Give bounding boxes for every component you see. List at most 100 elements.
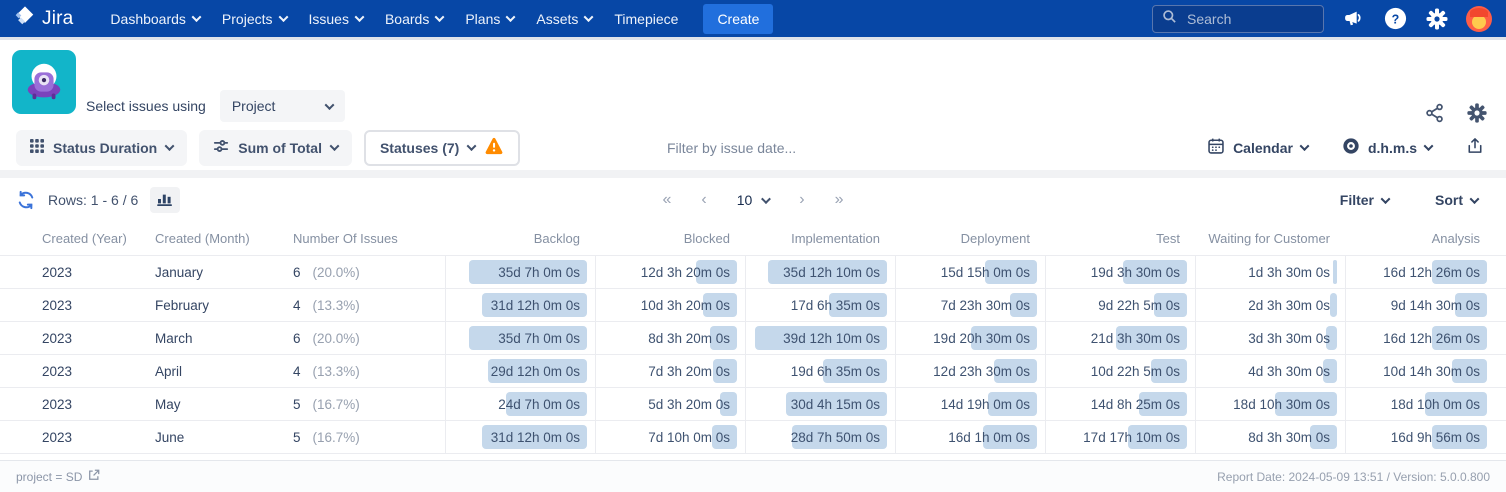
export-button[interactable] [1460, 136, 1490, 159]
column-header-test: Test [1156, 231, 1180, 246]
table-row: 2023 March 6 (20.0%) 35d 7h 0m 0s 8d 3h 20m 0… [0, 322, 1506, 355]
issue-source-select[interactable]: Project [219, 90, 345, 122]
warning-icon [484, 137, 504, 158]
duration-cell: 35d 7h 0m 0s [445, 322, 595, 354]
duration-cell: 35d 12h 10m 0s [745, 256, 895, 288]
grid-icon [30, 139, 44, 156]
chart-view-button[interactable] [150, 187, 181, 213]
duration-value: 7d 23h 30m 0s [940, 297, 1030, 313]
first-page-button[interactable]: « [662, 192, 671, 208]
duration-value: 4d 3h 30m 0s [1248, 363, 1330, 379]
megaphone-icon[interactable] [1340, 6, 1366, 32]
duration-value: 21d 3h 30m 0s [1090, 330, 1180, 346]
issue-date-filter[interactable]: Filter by issue date... [667, 140, 796, 156]
calendar-button[interactable]: Calendar [1201, 136, 1314, 159]
duration-cell: 12d 23h 30m 0s [895, 355, 1045, 387]
duration-value: 19d 6h 35m 0s [790, 363, 880, 379]
sort-label: Sort [1435, 192, 1463, 208]
jql-text: project = SD [16, 469, 83, 484]
nav-item-plans[interactable]: Plans [454, 5, 525, 33]
duration-value: 10d 14h 30m 0s [1383, 363, 1480, 379]
nav-item-dashboards[interactable]: Dashboards [99, 5, 211, 33]
gear-icon[interactable] [1424, 6, 1450, 32]
column-header-number-of-issues: Number Of Issues [293, 231, 398, 246]
prev-page-button[interactable]: ‹ [701, 192, 706, 208]
statuses-label: Statuses (7) [379, 139, 460, 156]
nav-item-label: Boards [384, 10, 430, 27]
duration-cell: 2d 3h 30m 0s [1195, 289, 1345, 321]
create-button[interactable]: Create [703, 3, 774, 34]
help-icon[interactable]: ? [1382, 6, 1408, 32]
issue-count: 4 [293, 363, 301, 379]
duration-value: 14d 19h 0m 0s [940, 396, 1030, 412]
user-avatar[interactable] [1466, 5, 1492, 32]
duration-cell: 17d 6h 35m 0s [745, 289, 895, 321]
nav-item-boards[interactable]: Boards [374, 5, 454, 33]
statuses-button[interactable]: Statuses (7) [363, 129, 521, 166]
duration-value: 7d 10h 0m 0s [648, 429, 730, 445]
duration-cell: 1d 3h 30m 0s [1195, 256, 1345, 288]
table-row: 2023 April 4 (13.3%) 29d 12h 0m 0s 7d 3h 20m … [0, 355, 1506, 388]
duration-cell: 21d 3h 30m 0s [1045, 322, 1195, 354]
refresh-icon[interactable] [16, 190, 36, 210]
nav-item-projects[interactable]: Projects [211, 5, 298, 33]
duration-value: 14d 8h 25m 0s [1090, 396, 1180, 412]
duration-cell: 8d 3h 20m 0s [595, 322, 745, 354]
jira-logo[interactable]: Jira [14, 5, 73, 32]
report-table: Created (Year) Created (Month) Number Of… [0, 222, 1506, 454]
calendar-icon [1207, 137, 1225, 158]
report-type-label: Status Duration [53, 139, 158, 156]
time-format-button[interactable]: d.h.m.s [1336, 136, 1438, 159]
duration-value: 12d 3h 20m 0s [640, 264, 730, 280]
duration-value: 17d 17h 10m 0s [1083, 429, 1180, 445]
nav-item-timepiece[interactable]: Timepiece [603, 5, 689, 33]
report-toolbar: Status Duration Sum of Total Statuses (7… [0, 125, 1506, 170]
chevron-down-icon [1469, 193, 1480, 204]
aggregation-label: Sum of Total [238, 139, 322, 156]
chevron-down-icon [583, 12, 594, 23]
column-header-deployment: Deployment [960, 231, 1030, 246]
nav-item-issues[interactable]: Issues [298, 5, 374, 33]
filter-button[interactable]: Filter [1334, 191, 1395, 209]
issue-count: 5 [293, 429, 301, 445]
duration-value: 8d 3h 30m 0s [1248, 429, 1330, 445]
duration-cell: 10d 14h 30m 0s [1345, 355, 1495, 387]
duration-cell: 16d 12h 26m 0s [1345, 256, 1495, 288]
column-header-backlog: Backlog [533, 231, 580, 246]
column-header-created-month: Created (Month) [155, 231, 250, 246]
duration-value: 18d 10h 0m 0s [1390, 396, 1480, 412]
cell-created-year: 2023 [42, 264, 73, 280]
issue-percentage: (13.3%) [312, 363, 360, 379]
external-link-icon [88, 469, 100, 484]
issue-count: 5 [293, 396, 301, 412]
nav-item-assets[interactable]: Assets [525, 5, 603, 33]
duration-value: 35d 7h 0m 0s [498, 330, 580, 346]
aggregation-button[interactable]: Sum of Total [199, 129, 352, 166]
sort-button[interactable]: Sort [1429, 191, 1484, 209]
duration-value: 9d 14h 30m 0s [1390, 297, 1480, 313]
report-type-button[interactable]: Status Duration [16, 129, 188, 166]
search-input[interactable] [1185, 9, 1305, 28]
duration-value: 35d 12h 10m 0s [783, 264, 880, 280]
cell-number-of-issues: 6 (20.0%) [293, 322, 445, 354]
duration-cell: 17d 17h 10m 0s [1045, 421, 1195, 453]
duration-cell: 12d 3h 20m 0s [595, 256, 745, 288]
next-page-button[interactable]: › [799, 192, 804, 208]
last-page-button[interactable]: » [835, 192, 844, 208]
jql-link[interactable]: project = SD [16, 469, 100, 484]
jira-report-page: { "nav": { "logo": "Jira", "items": [ {"… [0, 0, 1506, 492]
global-search[interactable] [1152, 4, 1324, 33]
column-header-created-year: Created (Year) [42, 231, 127, 246]
cell-created-month: January [155, 264, 204, 280]
duration-value: 1d 3h 30m 0s [1248, 264, 1330, 280]
duration-cell: 19d 20h 30m 0s [895, 322, 1045, 354]
chevron-down-icon [434, 12, 445, 23]
nav-item-label: Assets [536, 10, 579, 27]
duration-cell: 7d 10h 0m 0s [595, 421, 745, 453]
duration-cell: 9d 22h 5m 0s [1045, 289, 1195, 321]
page-size-select[interactable]: 10 [737, 192, 771, 208]
sliders-icon [213, 138, 229, 157]
issue-count: 6 [293, 264, 301, 280]
nav-item-label: Dashboards [110, 10, 186, 27]
issue-percentage: (20.0%) [312, 264, 360, 280]
